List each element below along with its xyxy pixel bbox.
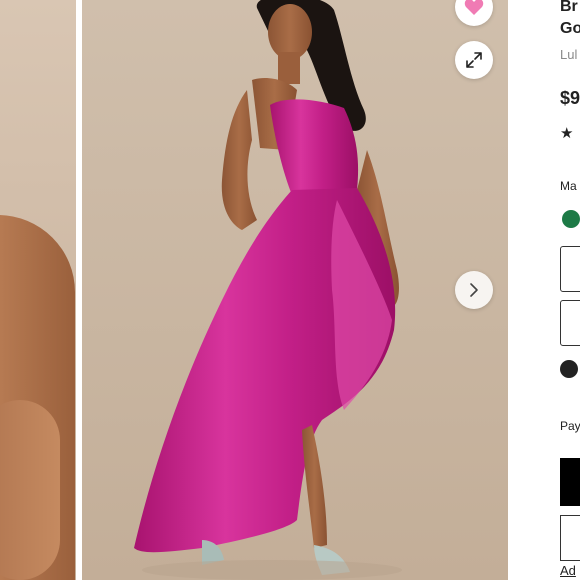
thumbnail-image-previous[interactable] [0, 0, 76, 580]
next-image-button[interactable] [455, 271, 493, 309]
rating-stars[interactable]: ★ [560, 124, 573, 142]
shipping-icon [560, 360, 578, 378]
brand-name[interactable]: Lul [560, 47, 577, 62]
payment-label: Pay [560, 419, 580, 433]
product-title-line-2: Go [560, 20, 580, 37]
product-price: $9 [560, 88, 580, 108]
heart-icon [464, 0, 484, 15]
dress-photo [82, 0, 508, 580]
wishlist-button[interactable] [560, 515, 580, 561]
add-link[interactable]: Ad [560, 563, 576, 578]
color-swatch-green[interactable] [562, 210, 580, 228]
add-to-bag-button[interactable] [560, 458, 580, 506]
size-option-1[interactable] [560, 246, 580, 292]
main-product-image[interactable] [82, 0, 508, 580]
product-details-panel: Br Go Lul $9 ★ Ma Pay Ad [508, 0, 580, 580]
expand-image-button[interactable] [455, 41, 493, 79]
expand-arrows-icon [466, 52, 482, 68]
chevron-right-icon [470, 283, 478, 297]
color-label: Ma [560, 179, 577, 193]
product-page: Br Go Lul $9 ★ Ma Pay Ad [0, 0, 580, 580]
model-arm [0, 400, 60, 580]
product-title-line-1: Br [560, 0, 578, 15]
size-option-2[interactable] [560, 300, 580, 346]
